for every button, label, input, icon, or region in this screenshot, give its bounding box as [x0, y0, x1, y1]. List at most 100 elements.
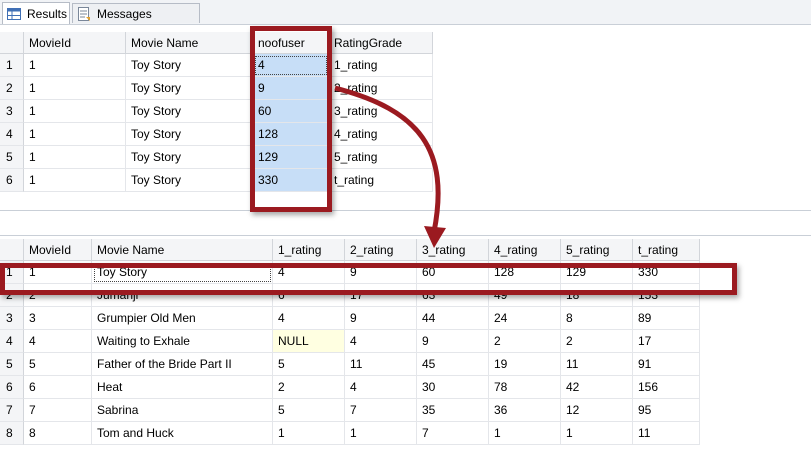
table-cell[interactable]: 1 — [24, 169, 126, 192]
messages-icon — [77, 6, 91, 21]
table-cell[interactable]: 2 — [489, 330, 561, 353]
table-cell[interactable]: 7 — [417, 422, 489, 445]
table-cell[interactable]: Toy Story — [126, 123, 253, 146]
column-header[interactable]: 4_rating — [489, 239, 561, 261]
table-cell[interactable]: 12 — [561, 399, 633, 422]
column-header[interactable]: t_rating — [633, 239, 700, 261]
table-cell[interactable]: Father of the Bride Part II — [92, 353, 273, 376]
table-cell[interactable]: 9 — [345, 307, 417, 330]
table-cell[interactable]: 5 — [273, 399, 345, 422]
table-cell[interactable]: 44 — [417, 307, 489, 330]
table-cell[interactable]: Toy Story — [126, 77, 253, 100]
grid-corner[interactable] — [0, 32, 24, 54]
table-cell[interactable]: 95 — [633, 399, 700, 422]
table-cell[interactable]: t_rating — [329, 169, 433, 192]
row-number[interactable]: 8 — [0, 422, 24, 445]
table-cell[interactable]: 7 — [345, 399, 417, 422]
table-cell[interactable]: 1 — [24, 146, 126, 169]
tab-messages[interactable]: Messages — [72, 3, 200, 23]
table-cell[interactable]: 4 — [345, 330, 417, 353]
row-number[interactable]: 4 — [0, 330, 24, 353]
row-number[interactable]: 3 — [0, 100, 24, 123]
table-cell[interactable]: 11 — [345, 353, 417, 376]
table-cell[interactable]: 1 — [561, 422, 633, 445]
column-header[interactable]: MovieId — [24, 32, 126, 54]
table-cell[interactable]: 3_rating — [329, 100, 433, 123]
table-cell[interactable]: 156 — [633, 376, 700, 399]
table-cell[interactable]: 89 — [633, 307, 700, 330]
table-cell[interactable]: 2 — [273, 376, 345, 399]
table-cell[interactable]: 8 — [561, 307, 633, 330]
row-number[interactable]: 1 — [0, 54, 24, 77]
table-cell[interactable]: 2_rating — [329, 77, 433, 100]
table-cell[interactable]: 36 — [489, 399, 561, 422]
grid-corner[interactable] — [0, 239, 24, 261]
column-header[interactable]: RatingGrade — [329, 32, 433, 54]
column-header[interactable]: 5_rating — [561, 239, 633, 261]
table-cell[interactable]: 6 — [24, 376, 92, 399]
table-cell[interactable]: 19 — [489, 353, 561, 376]
table-cell[interactable]: 3 — [24, 307, 92, 330]
table-cell[interactable]: NULL — [273, 330, 345, 353]
table-cell[interactable]: Toy Story — [126, 54, 253, 77]
column-header[interactable]: 3_rating — [417, 239, 489, 261]
table-cell[interactable]: 5 — [24, 353, 92, 376]
column-header[interactable]: MovieId — [24, 239, 92, 261]
column-header[interactable]: Movie Name — [126, 32, 253, 54]
table-cell[interactable]: 2 — [561, 330, 633, 353]
row-number[interactable]: 5 — [0, 353, 24, 376]
table-cell[interactable]: 4 — [24, 330, 92, 353]
row-number[interactable]: 3 — [0, 307, 24, 330]
grid-splitter[interactable] — [0, 210, 811, 236]
table-cell[interactable]: Toy Story — [126, 100, 253, 123]
tab-results-label: Results — [27, 6, 68, 21]
table-cell[interactable]: 17 — [633, 330, 700, 353]
table-cell[interactable]: Sabrina — [92, 399, 273, 422]
tab-messages-label: Messages — [97, 6, 152, 21]
table-cell[interactable]: 1_rating — [329, 54, 433, 77]
table-cell[interactable]: Toy Story — [126, 169, 253, 192]
table-cell[interactable]: Tom and Huck — [92, 422, 273, 445]
table-cell[interactable]: 78 — [489, 376, 561, 399]
table-cell[interactable]: 1 — [24, 123, 126, 146]
table-cell[interactable]: 11 — [561, 353, 633, 376]
table-cell[interactable]: 1 — [345, 422, 417, 445]
table-cell[interactable]: 42 — [561, 376, 633, 399]
table-cell[interactable]: 9 — [417, 330, 489, 353]
table-cell[interactable]: 7 — [24, 399, 92, 422]
table-cell[interactable]: Heat — [92, 376, 273, 399]
results-grid-icon — [7, 7, 21, 20]
table-cell[interactable]: 4 — [273, 307, 345, 330]
table-cell[interactable]: 24 — [489, 307, 561, 330]
table-cell[interactable]: 8 — [24, 422, 92, 445]
table-cell[interactable]: 1 — [24, 100, 126, 123]
table-cell[interactable]: 1 — [24, 54, 126, 77]
tab-results[interactable]: Results — [2, 2, 70, 24]
table-cell[interactable]: 11 — [633, 422, 700, 445]
column-header[interactable]: Movie Name — [92, 239, 273, 261]
table-cell[interactable]: 45 — [417, 353, 489, 376]
column-header[interactable]: 1_rating — [273, 239, 345, 261]
table-cell[interactable]: 91 — [633, 353, 700, 376]
row-number[interactable]: 5 — [0, 146, 24, 169]
row-number[interactable]: 6 — [0, 169, 24, 192]
table-cell[interactable]: 30 — [417, 376, 489, 399]
table-cell[interactable]: Grumpier Old Men — [92, 307, 273, 330]
table-cell[interactable]: 4_rating — [329, 123, 433, 146]
table-cell[interactable]: 1 — [489, 422, 561, 445]
table-cell[interactable]: Toy Story — [126, 146, 253, 169]
table-cell[interactable]: 5_rating — [329, 146, 433, 169]
column-header[interactable]: 2_rating — [345, 239, 417, 261]
noofuser-highlight-box — [250, 26, 332, 212]
table-cell[interactable]: 5 — [273, 353, 345, 376]
row-number[interactable]: 7 — [0, 399, 24, 422]
toy-story-row-highlight-box — [0, 263, 737, 295]
row-number[interactable]: 6 — [0, 376, 24, 399]
row-number[interactable]: 2 — [0, 77, 24, 100]
table-cell[interactable]: 35 — [417, 399, 489, 422]
row-number[interactable]: 4 — [0, 123, 24, 146]
table-cell[interactable]: Waiting to Exhale — [92, 330, 273, 353]
table-cell[interactable]: 1 — [273, 422, 345, 445]
table-cell[interactable]: 1 — [24, 77, 126, 100]
table-cell[interactable]: 4 — [345, 376, 417, 399]
